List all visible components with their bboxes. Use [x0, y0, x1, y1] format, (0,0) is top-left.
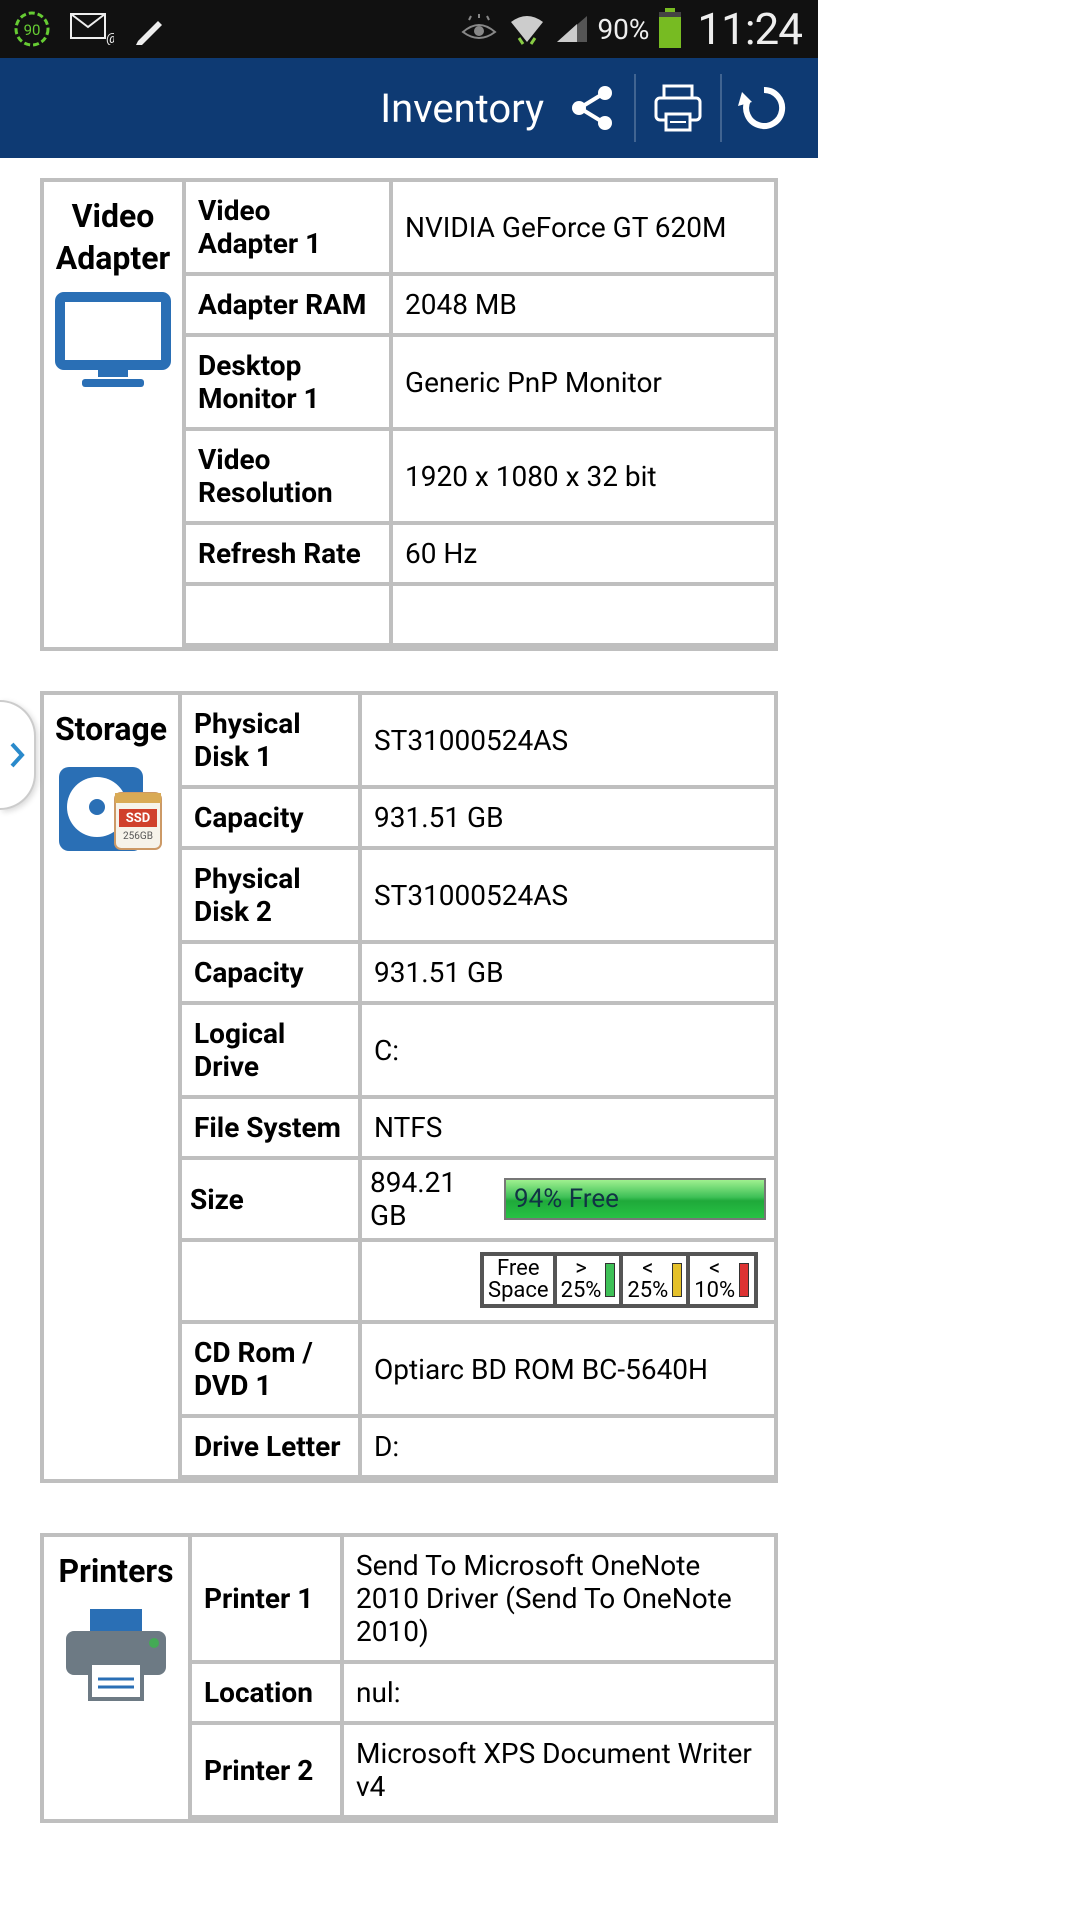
signal-icon [555, 14, 589, 44]
card-video-adapter: Video Adapter Video Adapter 1NVIDIA GeFo… [40, 178, 778, 651]
table-row: Logical DriveC: [182, 1003, 774, 1097]
divider [634, 74, 636, 142]
table-row: File SystemNTFS [182, 1097, 774, 1158]
monitor-icon [48, 291, 178, 395]
mail-icon: @ [70, 13, 114, 45]
refresh-button[interactable] [730, 74, 798, 142]
table-row: Capacity931.51 GB [182, 942, 774, 1003]
pencil-icon [132, 11, 168, 47]
free-pct-label: 94% Free [514, 1184, 619, 1214]
free-space-bar: 94% Free [504, 1178, 766, 1220]
printers-props-table: Printer 1Send To Microsoft OneNote 2010 … [192, 1537, 774, 1819]
table-row: CD Rom / DVD 1Optiarc BD ROM BC-5640H [182, 1322, 774, 1416]
card-storage: Storage SSD 256GB Physical Disk 1ST31000… [40, 691, 778, 1483]
table-row: Physical Disk 1ST31000524AS [182, 695, 774, 787]
table-row: Adapter RAM2048 MB [186, 274, 774, 335]
battery-percent: 90% [597, 13, 649, 46]
card-title: Storage [48, 709, 174, 751]
table-row: Video Resolution1920 x 1080 x 32 bit [186, 429, 774, 523]
share-button[interactable] [558, 74, 626, 142]
svg-text:SSD: SSD [126, 811, 150, 826]
swatch-green [605, 1263, 615, 1297]
table-row: Printer 2Microsoft XPS Document Writer v… [192, 1723, 774, 1817]
share-icon [567, 83, 617, 133]
battery-icon [657, 8, 683, 50]
free-space-legend: FreeSpace >25% <25% <10% [480, 1252, 758, 1308]
card-title: Printers [48, 1551, 184, 1593]
table-row: Physical Disk 2ST31000524AS [182, 848, 774, 942]
content-scroll[interactable]: Video Adapter Video Adapter 1NVIDIA GeFo… [0, 158, 818, 1823]
storage-props-table: Physical Disk 1ST31000524AS Capacity931.… [182, 695, 774, 1479]
table-row-legend: FreeSpace >25% <25% <10% [182, 1240, 774, 1322]
size-value: 894.21 GB [370, 1166, 496, 1232]
table-row: Desktop Monitor 1Generic PnP Monitor [186, 335, 774, 429]
refresh-icon [738, 82, 790, 134]
android-status-bar: 90 @ 90% 11:24 [0, 0, 818, 58]
divider [720, 74, 722, 142]
card-title: Video Adapter [48, 196, 178, 279]
print-button[interactable] [644, 74, 712, 142]
swatch-yellow [672, 1263, 682, 1297]
notification-badge-icon: 90 [12, 9, 52, 49]
svg-text:256GB: 256GB [123, 831, 153, 842]
page-title: Inventory [380, 85, 544, 132]
eye-icon [459, 14, 499, 44]
swatch-red [739, 1263, 749, 1297]
table-row [186, 584, 774, 645]
app-header: Inventory [0, 58, 818, 158]
video-props-table: Video Adapter 1NVIDIA GeForce GT 620M Ad… [186, 182, 774, 647]
card-printers: Printers Printer 1Send To Microsoft OneN… [40, 1533, 778, 1823]
chevron-right-icon [8, 740, 26, 770]
table-row-size: Size 894.21 GB 94% Free [182, 1158, 774, 1240]
svg-text:90: 90 [24, 21, 41, 39]
table-row: Locationnul: [192, 1662, 774, 1723]
printer-large-icon [48, 1605, 184, 1709]
svg-text:@: @ [106, 31, 114, 45]
wifi-icon [507, 12, 547, 46]
table-row: Drive LetterD: [182, 1416, 774, 1477]
table-row: Video Adapter 1NVIDIA GeForce GT 620M [186, 182, 774, 274]
printer-icon [650, 82, 706, 134]
table-row: Capacity931.51 GB [182, 787, 774, 848]
table-row: Printer 1Send To Microsoft OneNote 2010 … [192, 1537, 774, 1662]
table-row: Refresh Rate60 Hz [186, 523, 774, 584]
storage-icon: SSD 256GB [48, 763, 174, 859]
status-time: 11:24 [697, 3, 802, 55]
